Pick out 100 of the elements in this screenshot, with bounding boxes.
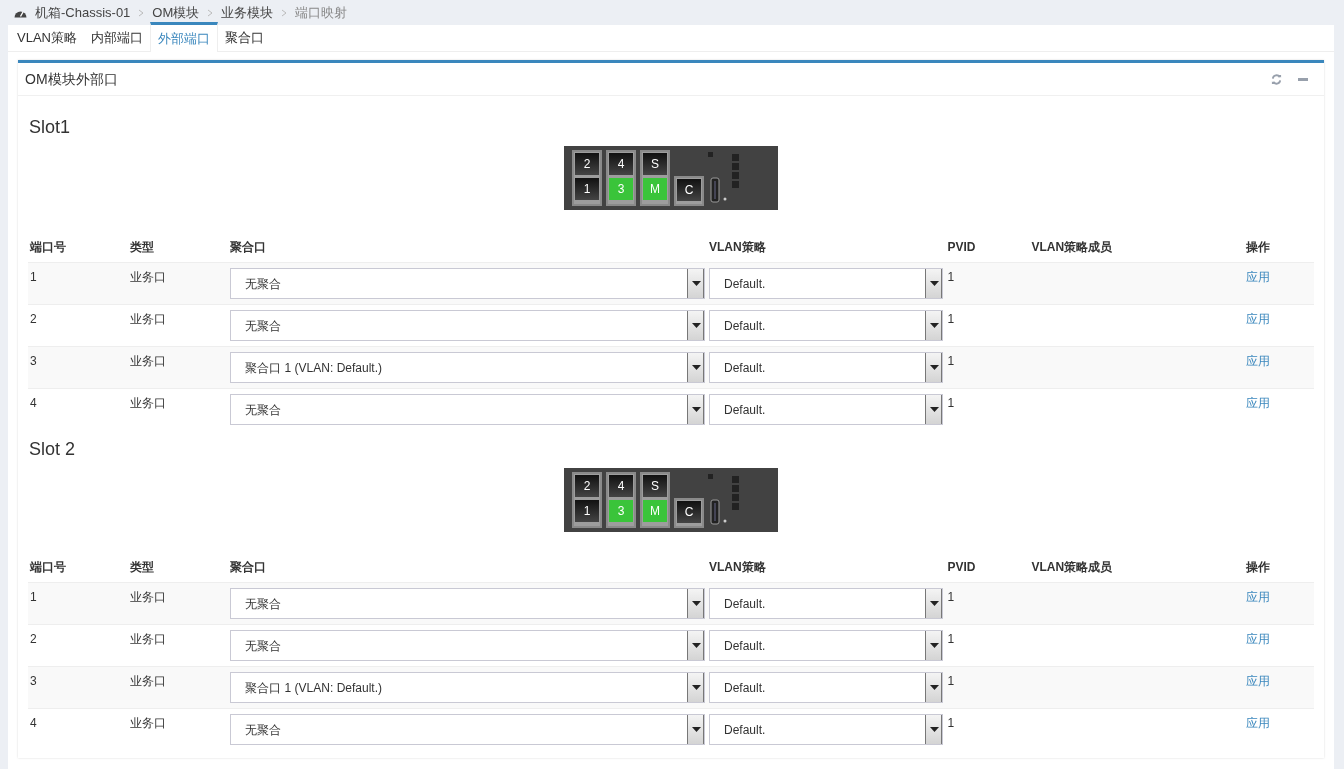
table-cell: 4	[28, 708, 129, 750]
minimize-icon[interactable]	[1298, 77, 1308, 81]
column-header: 端口号	[28, 238, 129, 263]
column-header: VLAN策略	[707, 558, 946, 583]
dropdown-field[interactable]: Default.	[709, 588, 944, 619]
table-cell: 1	[28, 262, 129, 305]
table-cell: 1	[945, 582, 1030, 625]
dropdown-field[interactable]: 无聚合	[230, 310, 705, 341]
dropdown-field[interactable]: 无聚合	[230, 394, 705, 425]
table-cell: 业务口	[128, 346, 229, 389]
chevron-icon	[207, 8, 214, 17]
column-header: VLAN策略成员	[1029, 238, 1244, 263]
table-cell: 3	[28, 666, 129, 709]
caret-icon	[692, 643, 701, 648]
port-label: C	[677, 179, 701, 201]
dropdown-field[interactable]: Default.	[709, 352, 944, 383]
port-label: M	[643, 500, 667, 522]
breadcrumb-link[interactable]: OM模块	[152, 2, 200, 23]
dropdown-field[interactable]: Default.	[709, 714, 944, 745]
dropdown-field[interactable]: Default.	[709, 394, 944, 425]
table-cell: 3	[28, 346, 129, 389]
table-cell: 1	[28, 582, 129, 625]
column-header: VLAN策略成员	[1029, 558, 1244, 583]
apply-link[interactable]: 应用	[1245, 590, 1270, 604]
dropdown-field[interactable]: Default.	[709, 268, 944, 299]
port-label: C	[677, 501, 701, 523]
column-header: 操作	[1243, 558, 1314, 583]
usb-port-drawing	[708, 472, 742, 528]
table-cell: 业务口	[128, 708, 229, 750]
caret-icon	[930, 643, 940, 648]
apply-link[interactable]: 应用	[1245, 396, 1270, 410]
table-cell: 业务口	[128, 262, 229, 305]
slot-title: Slot1	[29, 116, 72, 138]
caret-icon	[930, 601, 940, 606]
dropdown-field[interactable]: Default.	[709, 630, 944, 661]
chevron-icon	[138, 8, 145, 17]
caret-icon	[930, 407, 940, 412]
dropdown-field[interactable]: 无聚合	[230, 630, 705, 661]
caret-icon	[692, 727, 701, 732]
dropdown-field[interactable]: 无聚合	[230, 268, 705, 299]
panel-title: OM模块外部口	[25, 69, 118, 89]
apply-link[interactable]: 应用	[1245, 674, 1270, 688]
chevron-icon	[281, 8, 288, 17]
caret-icon	[930, 365, 940, 370]
port-label: 1	[575, 178, 599, 200]
caret-icon	[692, 281, 701, 286]
port-label: 4	[609, 475, 633, 497]
column-header: 聚合口	[228, 238, 707, 263]
usb-port-drawing	[708, 150, 742, 206]
port-label: S	[643, 153, 667, 175]
column-header: 类型	[128, 558, 229, 583]
column-header: 端口号	[28, 558, 129, 583]
apply-link[interactable]: 应用	[1245, 354, 1270, 368]
tab[interactable]: 外部端口	[149, 21, 218, 52]
tab[interactable]: VLAN策略	[10, 20, 84, 51]
breadcrumb-link[interactable]: 业务模块	[221, 2, 274, 23]
column-header: VLAN策略	[707, 238, 946, 263]
port-label: 2	[575, 153, 599, 175]
column-header: 类型	[128, 238, 229, 263]
table-cell: 1	[945, 388, 1030, 430]
caret-icon	[930, 323, 940, 328]
refresh-icon[interactable]	[1271, 73, 1282, 85]
breadcrumb-link[interactable]: 机箱-Chassis-01	[35, 2, 131, 23]
apply-link[interactable]: 应用	[1245, 312, 1270, 326]
table-cell: 1	[945, 346, 1030, 389]
table-cell: 业务口	[128, 666, 229, 709]
caret-icon	[930, 727, 940, 732]
caret-icon	[692, 365, 701, 370]
caret-icon	[692, 407, 701, 412]
port-label: 1	[575, 500, 599, 522]
caret-icon	[692, 323, 701, 328]
caret-icon	[930, 281, 940, 286]
caret-icon	[930, 685, 940, 690]
apply-link[interactable]: 应用	[1245, 270, 1270, 284]
dropdown-field[interactable]: Default.	[709, 672, 944, 703]
dropdown-field[interactable]: Default.	[709, 310, 944, 341]
apply-link[interactable]: 应用	[1245, 632, 1270, 646]
port-label: S	[643, 475, 667, 497]
port-label: 3	[609, 500, 633, 522]
tab[interactable]: 聚合口	[217, 20, 271, 51]
dropdown-field[interactable]: 聚合口 1 (VLAN: Default.)	[230, 672, 705, 703]
port-label: 3	[609, 178, 633, 200]
column-header: 操作	[1243, 238, 1314, 263]
table-cell: 1	[945, 708, 1030, 750]
breadcrumb-current: 端口映射	[295, 3, 348, 22]
port-label: M	[643, 178, 667, 200]
column-header: PVID	[945, 558, 1030, 583]
tab[interactable]: 内部端口	[83, 20, 150, 51]
table-cell: 4	[28, 388, 129, 430]
dropdown-field[interactable]: 无聚合	[230, 588, 705, 619]
port-label: 2	[575, 475, 599, 497]
dropdown-field[interactable]: 无聚合	[230, 714, 705, 745]
port-label: 4	[609, 153, 633, 175]
dropdown-field[interactable]: 聚合口 1 (VLAN: Default.)	[230, 352, 705, 383]
table-cell: 1	[945, 262, 1030, 305]
column-header: 聚合口	[228, 558, 707, 583]
caret-icon	[692, 685, 701, 690]
column-header: PVID	[945, 238, 1030, 263]
caret-icon	[692, 601, 701, 606]
apply-link[interactable]: 应用	[1245, 716, 1270, 730]
